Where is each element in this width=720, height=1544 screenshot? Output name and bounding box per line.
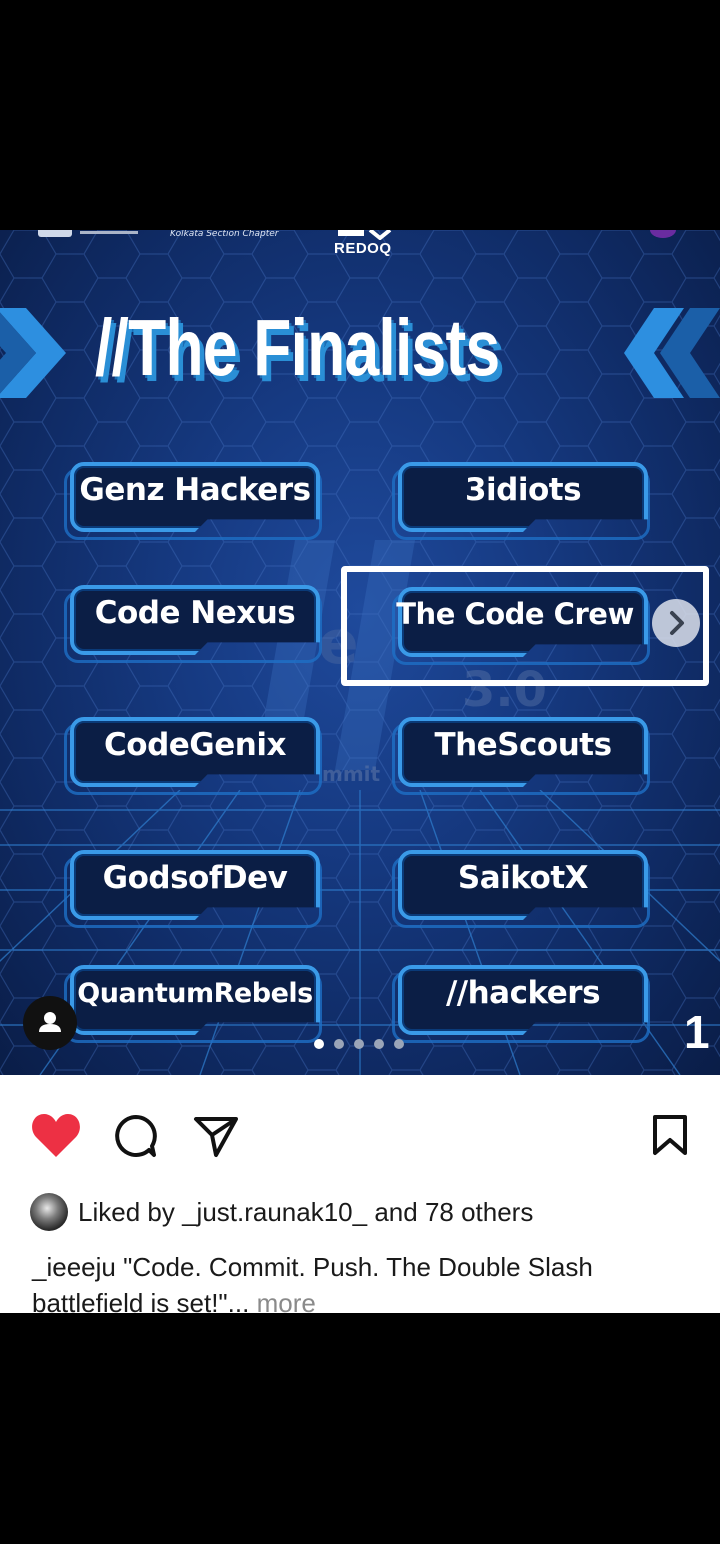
caption-more-link[interactable]: more [257,1288,316,1318]
team-card: CodeGenix [64,717,322,795]
avatar[interactable] [30,1193,68,1231]
team-name: Code Nexus [94,595,296,631]
team-name: 3idiots [464,472,582,508]
carousel-dot [394,1039,404,1049]
sponsor-strip: Kolkata Section Chapter REDOQ [0,230,720,257]
carousel-dot [354,1039,364,1049]
team-name: CodeGenix [104,727,286,763]
team-card: TheScouts [392,717,650,795]
team-name: SaikotX [457,860,589,896]
likes-prefix: Liked by [78,1196,183,1227]
post-footer: Liked by _just.raunak10_ and 78 others _… [0,1075,720,1318]
carousel-next-button[interactable] [652,599,700,647]
likes-count[interactable]: 78 others [425,1197,533,1228]
team-card: QuantumRebels [64,965,322,1043]
ieee-logo [38,230,72,237]
team-card: //hackers [392,965,650,1043]
team-name: QuantumRebels [77,978,313,1009]
redoq-brand-text: REDOQ [334,240,392,257]
person-icon [39,1012,61,1032]
chapter-label: Kolkata Section Chapter [170,230,279,239]
redoq-logo-icon [338,230,392,240]
team-card: 3idiots [392,462,650,540]
partner-logo [650,230,676,238]
carousel-dot [374,1039,384,1049]
post-caption: _ieeeju "Code. Commit. Push. The Double … [32,1249,692,1321]
caption-username[interactable]: _ieeeju [32,1252,116,1282]
carousel-dot [334,1039,344,1049]
heart-filled-icon[interactable] [30,1111,82,1159]
team-card: GodsofDev [64,850,322,928]
likes-summary[interactable]: Liked by _just.raunak10_ and 78 others [30,1192,533,1232]
team-name: //hackers [445,975,601,1011]
tagged-users-button[interactable] [23,996,77,1050]
branch-logo-text [80,231,138,234]
liked-by-user[interactable]: _just.raunak10_ [182,1197,367,1228]
slide-number: 1 [684,1006,710,1058]
carousel-indicator [314,1034,414,1049]
team-card: Genz Hackers [64,462,322,540]
chevron-right-decor-icon [0,308,66,398]
chevron-right-icon [670,611,684,635]
team-name: TheScouts [434,727,612,763]
team-name: Genz Hackers [79,472,311,508]
likes-middle: and [367,1196,425,1227]
team-card: Code Nexus [64,585,322,663]
send-icon[interactable] [192,1113,240,1161]
carousel-dot [314,1039,324,1049]
chevron-left-decor-icon [624,308,720,398]
post-image[interactable]: Kolkata Section Chapter REDOQ //The Fina… [0,230,720,1075]
finalists-title: //The Finalists [95,303,500,392]
watermark-fragment: mmit [322,762,381,786]
comment-icon[interactable] [112,1113,160,1161]
team-name: GodsofDev [102,860,288,896]
team-card: SaikotX [392,850,650,928]
bookmark-icon[interactable] [650,1113,690,1157]
